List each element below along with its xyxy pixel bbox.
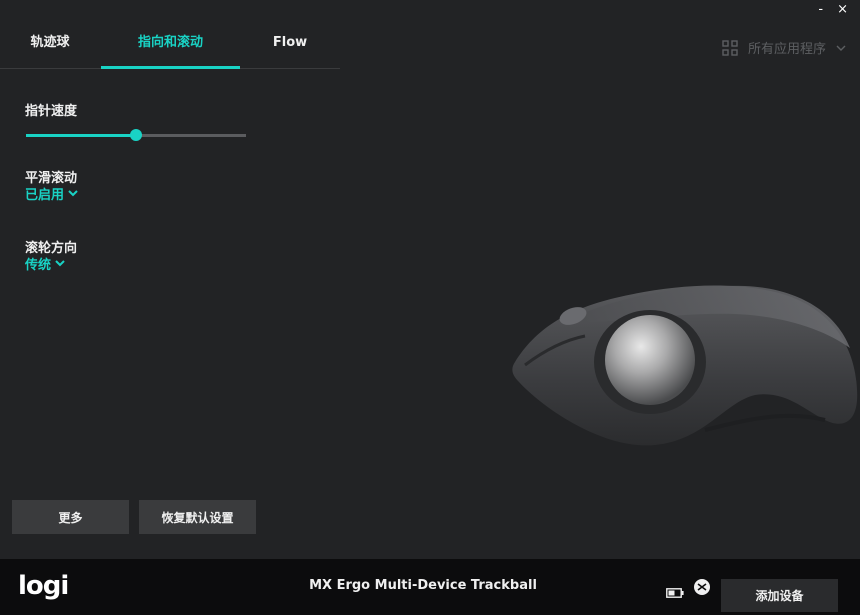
add-device-button[interactable]: 添加设备 <box>721 579 838 612</box>
scroll-direction-value: 传统 <box>25 258 52 273</box>
battery-icon <box>666 583 684 602</box>
slider-thumb[interactable] <box>130 129 142 141</box>
tab-bar: 轨迹球 指向和滚动 Flow <box>0 26 340 69</box>
app-selector-label: 所有应用程序 <box>747 42 826 57</box>
smooth-scrolling-value: 已启用 <box>25 188 65 203</box>
unifying-receiver-icon <box>693 578 711 600</box>
trackball-image <box>505 270 860 454</box>
chevron-down-icon <box>68 186 78 201</box>
footer-bar: logi MX Ergo Multi-Device Trackball 添加设备 <box>0 559 860 615</box>
more-button[interactable]: 更多 <box>12 500 129 534</box>
close-button[interactable]: × <box>837 2 848 17</box>
chevron-down-icon <box>55 256 65 271</box>
pointer-speed-slider[interactable] <box>26 129 246 141</box>
slider-fill <box>26 134 136 137</box>
tab-flow[interactable]: Flow <box>240 26 340 68</box>
scroll-direction-dropdown[interactable]: 传统 <box>25 254 65 273</box>
pointer-speed-label: 指针速度 <box>25 104 78 119</box>
restore-defaults-button[interactable]: 恢复默认设置 <box>139 500 256 534</box>
window-controls: - × <box>818 2 848 17</box>
tab-trackball[interactable]: 轨迹球 <box>0 26 100 68</box>
minimize-button[interactable]: - <box>818 2 823 17</box>
device-name: MX Ergo Multi-Device Trackball <box>309 578 537 593</box>
grid-icon <box>722 39 738 56</box>
tab-pointing-and-scrolling[interactable]: 指向和滚动 <box>101 26 240 69</box>
chevron-down-icon <box>836 44 846 52</box>
smooth-scrolling-dropdown[interactable]: 已启用 <box>25 184 78 203</box>
app-selector[interactable]: 所有应用程序 <box>722 38 846 57</box>
